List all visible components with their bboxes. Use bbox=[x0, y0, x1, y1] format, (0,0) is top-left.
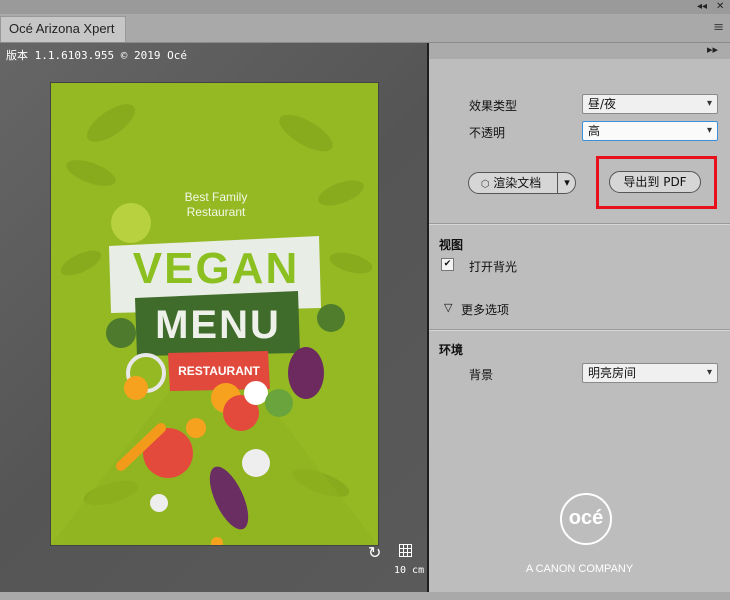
reset-view-icon[interactable]: ↻ bbox=[368, 543, 381, 562]
effect-type-value: 昼/夜 bbox=[588, 97, 617, 111]
environment-section-title: 环境 bbox=[439, 343, 464, 357]
more-options-toggle-icon[interactable]: ▽ bbox=[444, 301, 452, 314]
poster-subtitle-line2: Restaurant bbox=[186, 205, 246, 219]
poster-subtitle-line1: Best Family bbox=[184, 190, 248, 204]
panel-header: ▸▸ bbox=[429, 43, 730, 59]
grid-icon[interactable] bbox=[399, 544, 412, 557]
oce-logo-text: océ bbox=[568, 507, 604, 529]
more-options-label[interactable]: 更多选项 bbox=[461, 301, 509, 318]
opacity-value: 高 bbox=[588, 124, 601, 138]
backlight-checkbox[interactable]: ✔ bbox=[441, 258, 454, 271]
poster-title-menu: MENU bbox=[155, 303, 281, 347]
chevron-down-icon: ▾ bbox=[706, 367, 712, 378]
panel-menu-icon[interactable]: ≡ bbox=[713, 20, 724, 35]
background-label: 背景 bbox=[469, 368, 494, 382]
tab-bar: Océ Arizona Xpert ≡ bbox=[0, 14, 730, 43]
tab-oce-arizona-xpert[interactable]: Océ Arizona Xpert bbox=[0, 16, 126, 42]
close-icon[interactable]: ✕ bbox=[716, 0, 724, 14]
bottom-bar bbox=[0, 592, 730, 600]
export-pdf-label: 导出到 PDF bbox=[623, 175, 687, 189]
background-select[interactable]: 明亮房间 ▾ bbox=[582, 363, 718, 383]
backlight-label: 打开背光 bbox=[469, 260, 518, 274]
chevron-down-icon: ▾ bbox=[706, 125, 712, 136]
render-document-label: 渲染文档 bbox=[493, 176, 542, 190]
effect-type-label: 效果类型 bbox=[469, 99, 518, 113]
cube-icon: ⬡ bbox=[480, 179, 490, 190]
opacity-label: 不透明 bbox=[469, 126, 506, 140]
poster-title-vegan: VEGAN bbox=[132, 244, 300, 293]
expand-icon[interactable]: ▸▸ bbox=[707, 43, 718, 56]
poster-preview[interactable]: Best Family Restaurant VEGAN MENU RESTAU… bbox=[51, 83, 378, 545]
version-text: 版本 1.1.6103.955 © 2019 Océ bbox=[6, 49, 187, 62]
poster-tag: RESTAURANT bbox=[178, 364, 260, 378]
opacity-select[interactable]: 高 ▾ bbox=[582, 121, 718, 141]
poster-subtitle: Best Family Restaurant bbox=[181, 190, 251, 220]
view-section-title: 视图 bbox=[439, 238, 464, 252]
effect-type-select[interactable]: 昼/夜 ▾ bbox=[582, 94, 718, 114]
canon-tagline: A CANON COMPANY bbox=[525, 563, 634, 575]
oce-logo: océ bbox=[560, 493, 612, 545]
window-top-strip: ◂◂ ✕ bbox=[0, 0, 730, 14]
preview-area: 版本 1.1.6103.955 © 2019 Océ Best Family R… bbox=[0, 43, 427, 592]
export-pdf-button[interactable]: 导出到 PDF bbox=[609, 171, 701, 193]
collapse-panels-icon[interactable]: ◂◂ bbox=[697, 0, 707, 14]
background-value: 明亮房间 bbox=[588, 366, 637, 380]
chevron-down-icon: ▾ bbox=[706, 98, 712, 109]
properties-panel: ▸▸ 效果类型 昼/夜 ▾ 不透明 高 ▾ ⬡ 渲染文档 ▾ 导出到 PDF 视… bbox=[429, 43, 730, 592]
section-divider bbox=[429, 223, 730, 225]
render-dropdown-chevron-icon[interactable]: ▾ bbox=[557, 173, 576, 193]
scale-label: 10 cm bbox=[394, 565, 425, 576]
section-divider bbox=[429, 329, 730, 331]
